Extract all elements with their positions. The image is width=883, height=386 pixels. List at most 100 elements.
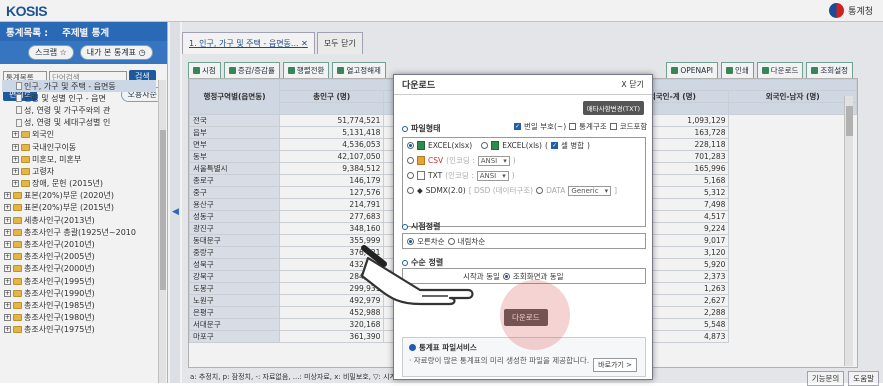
sdmx-format-value: Generic [571, 186, 599, 195]
txt-radio[interactable] [407, 172, 414, 179]
csv-encoding-select[interactable]: ANSI ▾ [477, 155, 510, 166]
go-to-button[interactable]: 바로가기 > [593, 358, 637, 372]
grid-scroll-thumb[interactable] [846, 106, 853, 136]
xls-radio[interactable] [481, 142, 489, 149]
close-icon[interactable]: ✕ [301, 39, 308, 48]
expand-icon[interactable]: + [4, 253, 11, 261]
tree-item[interactable]: + 표본(20%)부문 (2015년) [2, 202, 156, 214]
tree-item[interactable]: 성, 연령 및 세대구성별 인 [2, 117, 156, 129]
close-all-tabs-button[interactable]: 모두 닫기 [316, 32, 363, 54]
folder-icon [13, 216, 22, 224]
tree-item[interactable]: + 총조사인구 총괄(1925년~2010 [2, 226, 156, 238]
expand-icon[interactable]: + [4, 289, 11, 297]
tree-item[interactable]: + 총조사인구(2005년) [2, 251, 156, 263]
tree-item[interactable]: + 총조사인구(2000년) [2, 263, 156, 275]
xlsx-label: EXCEL(xlsx) [428, 141, 473, 150]
region-cell: 용산구 [189, 197, 280, 211]
expand-icon[interactable]: + [4, 192, 11, 200]
column-sort-controls[interactable] [278, 101, 385, 115]
csv-radio[interactable] [407, 157, 414, 164]
tree-item[interactable]: + 총조사인구(1990년) [2, 287, 156, 299]
merge-checkbox[interactable]: ✓ [550, 142, 558, 149]
tree-item[interactable]: + 표본(20%)부문 (2020년) [2, 190, 156, 202]
tree-item[interactable]: + 세총사인구(2013년) [2, 214, 156, 226]
folder-icon [13, 228, 22, 236]
tree-item[interactable]: + 외국인 [2, 129, 156, 141]
expand-icon[interactable]: + [4, 314, 11, 322]
option-struct-label: 통계구조 [579, 122, 607, 131]
expand-icon[interactable]: + [12, 155, 19, 163]
my-tables-button[interactable]: 내가 본 통계표 ◷ [79, 45, 153, 60]
dialog-close-button[interactable]: X 닫기 [621, 79, 644, 90]
collapse-arrow-icon[interactable]: ◀ [172, 207, 179, 217]
inquiry-button[interactable]: 기능문의 [806, 371, 845, 386]
expand-icon[interactable]: + [4, 277, 11, 285]
grid-scrollbar[interactable] [844, 96, 853, 366]
transpose-button[interactable]: 행렬전환 [282, 62, 330, 79]
unfreeze-button[interactable]: 열고정해제 [332, 62, 386, 79]
bottom-right-links: 기능문의 도움말 [806, 371, 879, 386]
same-as-view-radio[interactable] [502, 273, 510, 280]
value-cell: 127,576 [278, 185, 385, 199]
query-settings-button[interactable]: 조회설정 [806, 62, 853, 79]
tab-active[interactable]: 1. 인구, 가구 및 주택 - 읍면동... ✕ [182, 32, 315, 54]
tree-item[interactable]: + 총조사인구(1975년) [2, 324, 156, 336]
expand-icon[interactable]: + [4, 265, 11, 273]
region-cell: 서대문구 [189, 317, 280, 331]
tree-item[interactable]: + 총조사인구(1980년) [2, 312, 156, 324]
tree-item[interactable]: + 미혼모, 미혼부 [2, 153, 156, 165]
expand-icon[interactable]: + [4, 326, 11, 334]
value-cell: 214,791 [278, 197, 385, 211]
expand-icon[interactable]: + [12, 180, 19, 188]
region-cell: 읍부 [189, 125, 280, 139]
print-button[interactable]: 인쇄 [720, 62, 754, 79]
download-button[interactable]: 다운로드 [756, 62, 804, 79]
scrap-button[interactable]: 스크랩 ☆ [28, 45, 74, 60]
tree-item[interactable]: + 고령자 [2, 165, 156, 177]
expand-icon[interactable]: + [4, 216, 11, 224]
period-button[interactable]: 시점 [188, 62, 221, 79]
tree-item[interactable]: + 총조사인구(1985년) [2, 299, 156, 311]
expand-icon[interactable]: + [4, 228, 11, 236]
tree-item[interactable]: 연령 및 성별 인구 - 읍면 [2, 92, 156, 104]
openapi-button[interactable]: OPENAPI [666, 62, 718, 79]
column-sort-controls[interactable] [728, 101, 857, 115]
tree-item[interactable]: + 총조사인구(2010년) [2, 238, 156, 250]
subject-selector[interactable]: 주제별 통계 [62, 25, 109, 39]
txt-label: TXT [428, 171, 443, 180]
expand-icon[interactable]: + [12, 131, 19, 139]
option-codeinc-checkbox[interactable] [609, 123, 617, 130]
left-scrollbar[interactable] [158, 80, 166, 383]
tree-item[interactable]: 성, 연령 및 가구주와의 관 [2, 104, 156, 116]
column-header[interactable]: 총인구 (명) [278, 89, 385, 103]
sdmx-radio[interactable] [407, 187, 414, 194]
help-button[interactable]: 도움말 [848, 371, 879, 386]
statistics-korea-logo[interactable]: 통계청 [829, 3, 873, 18]
expand-icon[interactable]: + [12, 167, 19, 175]
expand-icon[interactable]: + [4, 241, 11, 249]
folder-icon [21, 167, 30, 175]
row-header-title: 행정구역별(읍면동) [189, 79, 280, 115]
sdmx-data-radio[interactable] [536, 187, 544, 194]
txt-encoding-select[interactable]: ANSI ▾ [476, 170, 509, 181]
left-panel-header: 통계목록 : 주제별 통계 [0, 22, 167, 41]
transpose-label: 행렬전환 [296, 66, 325, 75]
expand-icon[interactable]: + [4, 301, 11, 309]
option-struct-checkbox[interactable] [569, 123, 577, 130]
kosis-logo[interactable]: KOSIS [6, 3, 48, 19]
tree-item[interactable]: + 국내인구이동 [2, 141, 156, 153]
metadata-txt-button[interactable]: 매타사항변경(TXT) [582, 101, 644, 115]
sdmx-format-select[interactable]: Generic ▾ [568, 185, 612, 196]
xlsx-radio[interactable] [407, 142, 414, 149]
expand-icon[interactable]: + [12, 143, 19, 151]
change-rate-button[interactable]: 증감/증감률 [223, 62, 280, 79]
column-header[interactable]: 외국인-남자 (명) [728, 89, 857, 103]
panel-collapse-bar[interactable]: ◀ [170, 22, 180, 383]
option-code-checkbox[interactable]: ✓ [514, 123, 521, 130]
expand-icon[interactable]: + [4, 204, 11, 212]
value-cell: 348,160 [278, 221, 385, 235]
tree-item[interactable]: + 총조사인구(1995년) [2, 275, 156, 287]
tree-item[interactable]: + 장애, 문헌 (2015년) [2, 178, 156, 190]
tree-item[interactable]: 인구, 가구 및 주택 - 읍면동 [2, 80, 156, 93]
left-scroll-thumb[interactable] [160, 130, 166, 290]
